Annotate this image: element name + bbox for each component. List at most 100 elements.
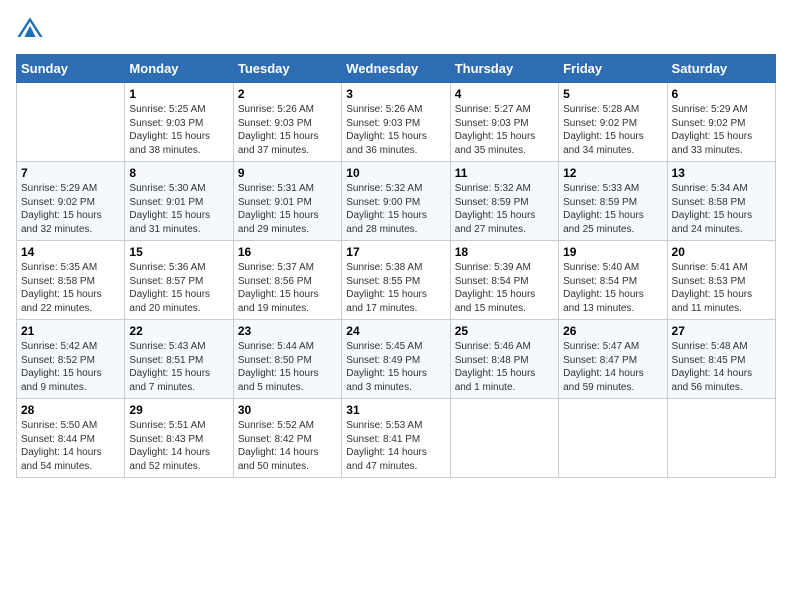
day-info: Sunrise: 5:32 AM Sunset: 9:00 PM Dayligh… xyxy=(346,182,445,236)
weekday-header-row: SundayMondayTuesdayWednesdayThursdayFrid… xyxy=(17,55,776,83)
calendar-cell: 10 Sunrise: 5:32 AM Sunset: 9:00 PM Dayli… xyxy=(342,162,450,241)
day-number: 21 xyxy=(21,324,120,338)
calendar-week-2: 7 Sunrise: 5:29 AM Sunset: 9:02 PM Daylig… xyxy=(17,162,776,241)
day-number: 30 xyxy=(238,403,337,417)
weekday-header-friday: Friday xyxy=(559,55,667,83)
day-number: 25 xyxy=(455,324,554,338)
calendar-cell: 15 Sunrise: 5:36 AM Sunset: 8:57 PM Dayli… xyxy=(125,241,233,320)
calendar-cell: 3 Sunrise: 5:26 AM Sunset: 9:03 PM Daylig… xyxy=(342,83,450,162)
day-info: Sunrise: 5:35 AM Sunset: 8:58 PM Dayligh… xyxy=(21,261,120,315)
day-info: Sunrise: 5:40 AM Sunset: 8:54 PM Dayligh… xyxy=(563,261,662,315)
day-info: Sunrise: 5:26 AM Sunset: 9:03 PM Dayligh… xyxy=(346,103,445,157)
calendar-cell: 19 Sunrise: 5:40 AM Sunset: 8:54 PM Dayli… xyxy=(559,241,667,320)
calendar-cell: 25 Sunrise: 5:46 AM Sunset: 8:48 PM Dayli… xyxy=(450,320,558,399)
calendar-cell: 12 Sunrise: 5:33 AM Sunset: 8:59 PM Dayli… xyxy=(559,162,667,241)
day-info: Sunrise: 5:36 AM Sunset: 8:57 PM Dayligh… xyxy=(129,261,228,315)
calendar-cell: 8 Sunrise: 5:30 AM Sunset: 9:01 PM Daylig… xyxy=(125,162,233,241)
day-number: 24 xyxy=(346,324,445,338)
day-info: Sunrise: 5:45 AM Sunset: 8:49 PM Dayligh… xyxy=(346,340,445,394)
day-info: Sunrise: 5:27 AM Sunset: 9:03 PM Dayligh… xyxy=(455,103,554,157)
day-number: 7 xyxy=(21,166,120,180)
calendar-cell: 11Sunrise: 5:32 AM Sunset: 8:59 PM Dayli… xyxy=(450,162,558,241)
day-number: 14 xyxy=(21,245,120,259)
day-info: Sunrise: 5:26 AM Sunset: 9:03 PM Dayligh… xyxy=(238,103,337,157)
calendar-cell: 27 Sunrise: 5:48 AM Sunset: 8:45 PM Dayli… xyxy=(667,320,775,399)
calendar-cell: 16 Sunrise: 5:37 AM Sunset: 8:56 PM Dayli… xyxy=(233,241,341,320)
day-info: Sunrise: 5:34 AM Sunset: 8:58 PM Dayligh… xyxy=(672,182,771,236)
weekday-header-monday: Monday xyxy=(125,55,233,83)
weekday-header-sunday: Sunday xyxy=(17,55,125,83)
day-number: 5 xyxy=(563,87,662,101)
day-number: 3 xyxy=(346,87,445,101)
weekday-header-tuesday: Tuesday xyxy=(233,55,341,83)
calendar-cell: 7 Sunrise: 5:29 AM Sunset: 9:02 PM Daylig… xyxy=(17,162,125,241)
day-number: 13 xyxy=(672,166,771,180)
day-number: 18 xyxy=(455,245,554,259)
calendar-cell: 30 Sunrise: 5:52 AM Sunset: 8:42 PM Dayli… xyxy=(233,399,341,478)
day-number: 2 xyxy=(238,87,337,101)
day-info: Sunrise: 5:43 AM Sunset: 8:51 PM Dayligh… xyxy=(129,340,228,394)
calendar-week-3: 14 Sunrise: 5:35 AM Sunset: 8:58 PM Dayli… xyxy=(17,241,776,320)
day-info: Sunrise: 5:52 AM Sunset: 8:42 PM Dayligh… xyxy=(238,419,337,473)
day-number: 31 xyxy=(346,403,445,417)
day-number: 6 xyxy=(672,87,771,101)
day-number: 9 xyxy=(238,166,337,180)
day-info: Sunrise: 5:46 AM Sunset: 8:48 PM Dayligh… xyxy=(455,340,554,394)
day-info: Sunrise: 5:29 AM Sunset: 9:02 PM Dayligh… xyxy=(21,182,120,236)
day-info: Sunrise: 5:44 AM Sunset: 8:50 PM Dayligh… xyxy=(238,340,337,394)
calendar-cell: 4 Sunrise: 5:27 AM Sunset: 9:03 PM Daylig… xyxy=(450,83,558,162)
page-header xyxy=(16,16,776,44)
calendar-week-5: 28 Sunrise: 5:50 AM Sunset: 8:44 PM Dayli… xyxy=(17,399,776,478)
day-info: Sunrise: 5:30 AM Sunset: 9:01 PM Dayligh… xyxy=(129,182,228,236)
calendar-cell xyxy=(17,83,125,162)
day-info: Sunrise: 5:38 AM Sunset: 8:55 PM Dayligh… xyxy=(346,261,445,315)
day-info: Sunrise: 5:25 AM Sunset: 9:03 PM Dayligh… xyxy=(129,103,228,157)
calendar-cell: 28 Sunrise: 5:50 AM Sunset: 8:44 PM Dayli… xyxy=(17,399,125,478)
calendar-body: 1 Sunrise: 5:25 AM Sunset: 9:03 PM Daylig… xyxy=(17,83,776,478)
calendar-cell xyxy=(450,399,558,478)
day-number: 23 xyxy=(238,324,337,338)
day-info: Sunrise: 5:53 AM Sunset: 8:41 PM Dayligh… xyxy=(346,419,445,473)
day-number: 26 xyxy=(563,324,662,338)
day-number: 1 xyxy=(129,87,228,101)
calendar-week-4: 21Sunrise: 5:42 AM Sunset: 8:52 PM Dayli… xyxy=(17,320,776,399)
calendar-cell: 1 Sunrise: 5:25 AM Sunset: 9:03 PM Daylig… xyxy=(125,83,233,162)
calendar-cell: 20Sunrise: 5:41 AM Sunset: 8:53 PM Dayli… xyxy=(667,241,775,320)
weekday-header-thursday: Thursday xyxy=(450,55,558,83)
day-info: Sunrise: 5:47 AM Sunset: 8:47 PM Dayligh… xyxy=(563,340,662,394)
day-number: 11 xyxy=(455,166,554,180)
calendar-cell: 21Sunrise: 5:42 AM Sunset: 8:52 PM Dayli… xyxy=(17,320,125,399)
day-number: 19 xyxy=(563,245,662,259)
day-info: Sunrise: 5:50 AM Sunset: 8:44 PM Dayligh… xyxy=(21,419,120,473)
calendar-week-1: 1 Sunrise: 5:25 AM Sunset: 9:03 PM Daylig… xyxy=(17,83,776,162)
day-info: Sunrise: 5:31 AM Sunset: 9:01 PM Dayligh… xyxy=(238,182,337,236)
calendar-cell: 5Sunrise: 5:28 AM Sunset: 9:02 PM Daylig… xyxy=(559,83,667,162)
day-number: 22 xyxy=(129,324,228,338)
day-number: 12 xyxy=(563,166,662,180)
day-number: 27 xyxy=(672,324,771,338)
day-number: 8 xyxy=(129,166,228,180)
day-number: 10 xyxy=(346,166,445,180)
day-number: 28 xyxy=(21,403,120,417)
day-info: Sunrise: 5:48 AM Sunset: 8:45 PM Dayligh… xyxy=(672,340,771,394)
calendar-cell: 13 Sunrise: 5:34 AM Sunset: 8:58 PM Dayli… xyxy=(667,162,775,241)
calendar-cell: 2 Sunrise: 5:26 AM Sunset: 9:03 PM Daylig… xyxy=(233,83,341,162)
calendar-cell: 24 Sunrise: 5:45 AM Sunset: 8:49 PM Dayli… xyxy=(342,320,450,399)
day-info: Sunrise: 5:39 AM Sunset: 8:54 PM Dayligh… xyxy=(455,261,554,315)
day-number: 4 xyxy=(455,87,554,101)
calendar-cell xyxy=(667,399,775,478)
day-info: Sunrise: 5:29 AM Sunset: 9:02 PM Dayligh… xyxy=(672,103,771,157)
calendar-cell: 14 Sunrise: 5:35 AM Sunset: 8:58 PM Dayli… xyxy=(17,241,125,320)
calendar-cell: 23 Sunrise: 5:44 AM Sunset: 8:50 PM Dayli… xyxy=(233,320,341,399)
calendar-cell: 26 Sunrise: 5:47 AM Sunset: 8:47 PM Dayli… xyxy=(559,320,667,399)
calendar-header: SundayMondayTuesdayWednesdayThursdayFrid… xyxy=(17,55,776,83)
day-number: 29 xyxy=(129,403,228,417)
day-info: Sunrise: 5:33 AM Sunset: 8:59 PM Dayligh… xyxy=(563,182,662,236)
day-number: 16 xyxy=(238,245,337,259)
day-info: Sunrise: 5:51 AM Sunset: 8:43 PM Dayligh… xyxy=(129,419,228,473)
day-number: 15 xyxy=(129,245,228,259)
day-number: 17 xyxy=(346,245,445,259)
day-info: Sunrise: 5:41 AM Sunset: 8:53 PM Dayligh… xyxy=(672,261,771,315)
calendar-cell: 9 Sunrise: 5:31 AM Sunset: 9:01 PM Daylig… xyxy=(233,162,341,241)
day-info: Sunrise: 5:37 AM Sunset: 8:56 PM Dayligh… xyxy=(238,261,337,315)
